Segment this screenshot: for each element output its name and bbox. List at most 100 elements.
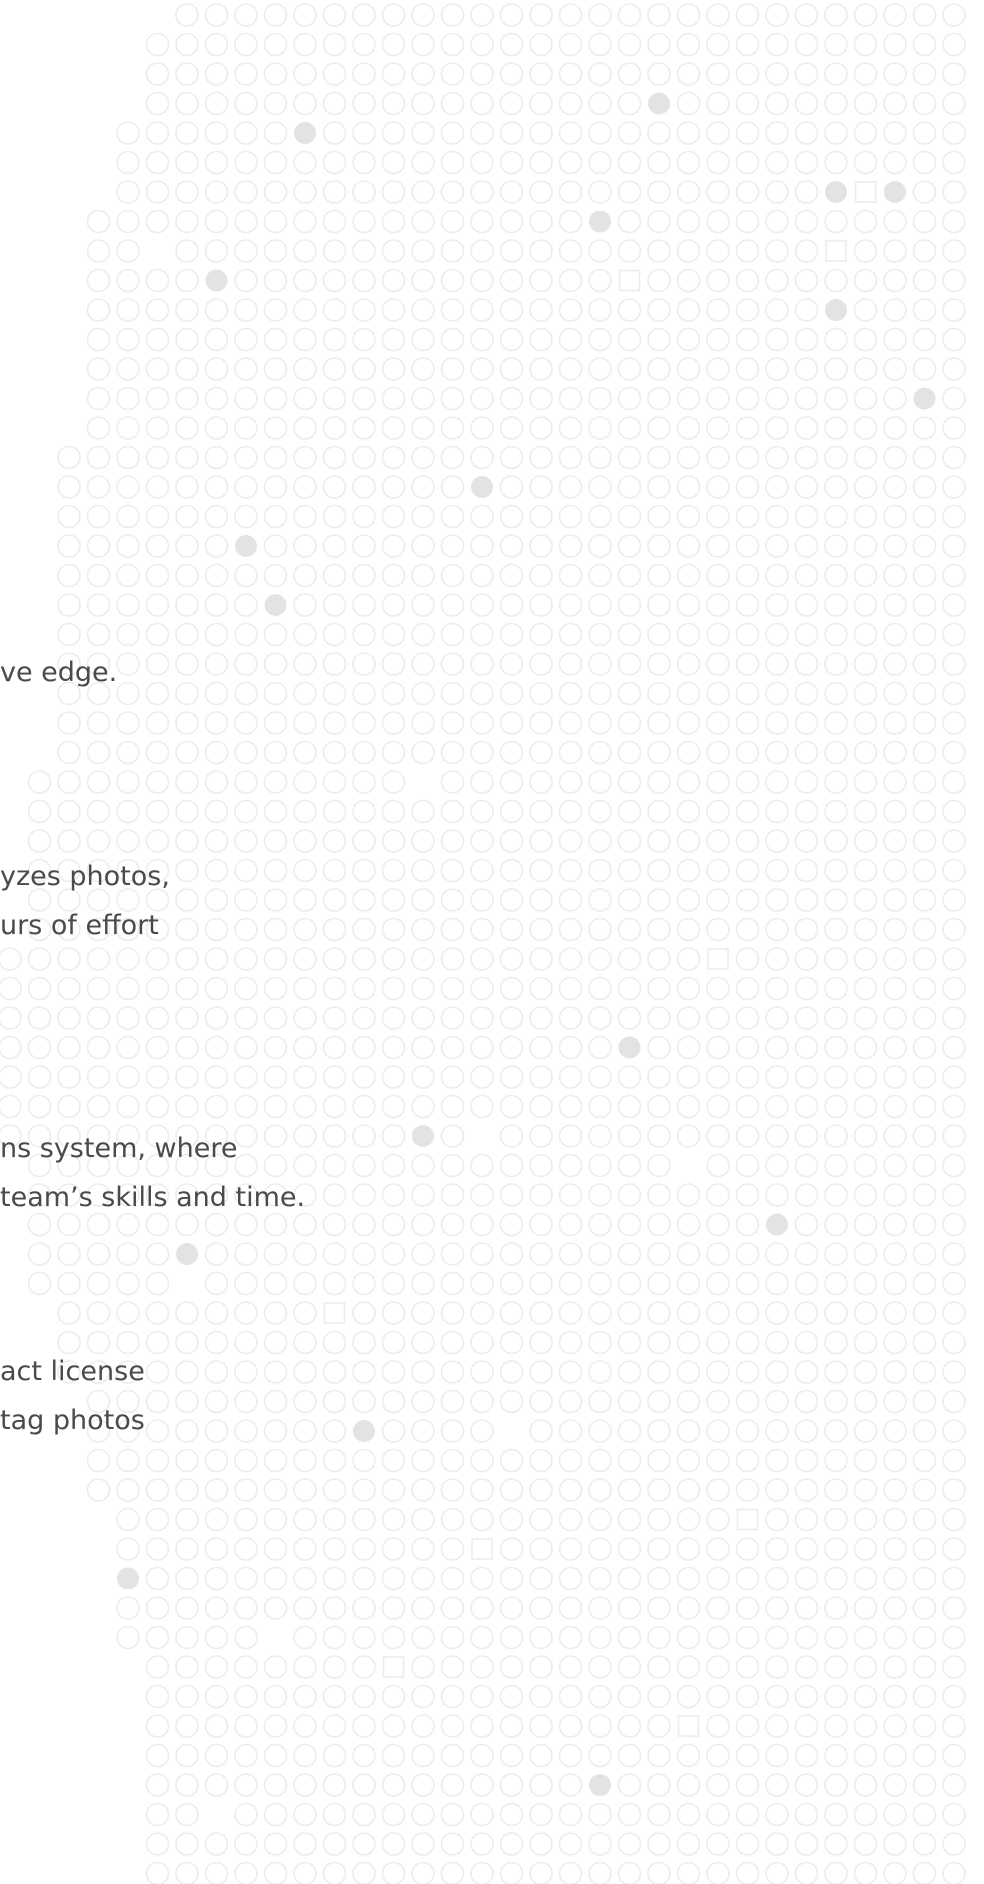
ring-dot	[175, 1389, 199, 1414]
ring-dot	[647, 180, 671, 204]
ring-dot	[322, 1684, 347, 1709]
ring-dot	[381, 770, 406, 794]
ring-dot	[175, 1507, 199, 1532]
ring-dot	[529, 858, 553, 883]
ring-dot	[853, 1301, 878, 1325]
ring-dot	[706, 1242, 730, 1266]
ring-dot	[57, 563, 81, 588]
ring-dot	[558, 563, 583, 588]
ring-dot	[381, 150, 406, 175]
ring-dot	[499, 947, 524, 971]
ring-dot	[322, 740, 347, 765]
ring-dot	[499, 327, 524, 352]
ring-dot	[824, 1773, 848, 1797]
ring-dot	[794, 976, 819, 1001]
ring-dot	[853, 1537, 878, 1561]
ring-dot	[175, 1035, 199, 1060]
ring-dot	[588, 1743, 612, 1768]
ring-dot	[116, 740, 140, 765]
ring-dot	[293, 62, 317, 86]
ring-dot	[529, 1802, 553, 1827]
ring-dot	[234, 1566, 258, 1591]
ring-dot	[440, 1655, 465, 1679]
ring-dot	[794, 1006, 819, 1030]
ring-dot	[116, 475, 140, 499]
ring-dot	[86, 504, 111, 529]
ring-dot	[735, 888, 760, 912]
ring-dot	[470, 150, 494, 175]
ring-dot	[676, 1124, 701, 1148]
ring-dot	[883, 239, 907, 263]
ring-dot	[116, 681, 140, 706]
ring-dot	[765, 1183, 789, 1207]
ring-dot	[470, 1094, 494, 1119]
ring-dot	[942, 3, 966, 27]
ring-dot	[824, 858, 848, 883]
ring-dot	[470, 209, 494, 234]
ring-dot	[647, 976, 671, 1001]
ring-dot	[647, 1124, 671, 1148]
ring-dot	[204, 1507, 229, 1532]
ring-dot	[440, 327, 465, 352]
ring-dot	[588, 445, 612, 470]
filled-dot	[117, 1567, 139, 1590]
ring-dot	[145, 652, 170, 676]
ring-dot	[647, 3, 671, 27]
ring-dot	[470, 1065, 494, 1089]
ring-dot	[824, 681, 848, 706]
ring-dot	[499, 829, 524, 853]
ring-dot	[86, 1448, 111, 1473]
ring-dot	[234, 1832, 258, 1856]
ring-dot	[676, 976, 701, 1001]
ring-dot	[617, 622, 642, 647]
ring-dot	[263, 239, 288, 263]
ring-dot	[263, 1861, 288, 1884]
ring-dot	[234, 652, 258, 676]
ring-dot	[706, 1802, 730, 1827]
ring-dot	[86, 976, 111, 1001]
ring-dot	[588, 1360, 612, 1384]
ring-dot	[116, 1478, 140, 1502]
ring-dot	[57, 622, 81, 647]
ring-dot	[86, 1271, 111, 1296]
ring-dot	[440, 1684, 465, 1709]
ring-dot	[263, 150, 288, 175]
ring-dot	[175, 740, 199, 765]
ring-dot	[588, 1802, 612, 1827]
ring-dot	[558, 121, 583, 145]
ring-dot	[175, 386, 199, 411]
ring-dot	[529, 445, 553, 470]
ring-dot	[824, 1566, 848, 1591]
ring-dot	[86, 357, 111, 381]
ring-dot	[499, 1684, 524, 1709]
ring-dot	[175, 1094, 199, 1119]
ring-dot	[234, 1006, 258, 1030]
ring-dot	[765, 799, 789, 824]
ring-dot	[647, 62, 671, 86]
ring-dot	[234, 947, 258, 971]
ring-dot	[529, 1035, 553, 1060]
ring-dot	[883, 327, 907, 352]
ring-dot	[765, 1360, 789, 1384]
ring-dot	[824, 1478, 848, 1502]
ring-dot	[293, 888, 317, 912]
ring-dot	[145, 799, 170, 824]
ring-dot	[883, 1478, 907, 1502]
ring-dot	[116, 711, 140, 735]
ring-dot	[440, 1124, 465, 1148]
ring-dot	[824, 1271, 848, 1296]
ring-dot	[706, 652, 730, 676]
ring-dot	[352, 1537, 376, 1561]
ring-dot	[706, 180, 730, 204]
ring-dot	[263, 888, 288, 912]
ring-dot	[588, 121, 612, 145]
ring-dot	[676, 1242, 701, 1266]
ring-dot	[824, 209, 848, 234]
ring-dot	[204, 593, 229, 617]
ring-dot	[57, 740, 81, 765]
ring-dot	[145, 1035, 170, 1060]
ring-dot	[676, 1419, 701, 1443]
ring-dot	[411, 475, 435, 499]
ring-dot	[411, 858, 435, 883]
ring-dot	[175, 180, 199, 204]
